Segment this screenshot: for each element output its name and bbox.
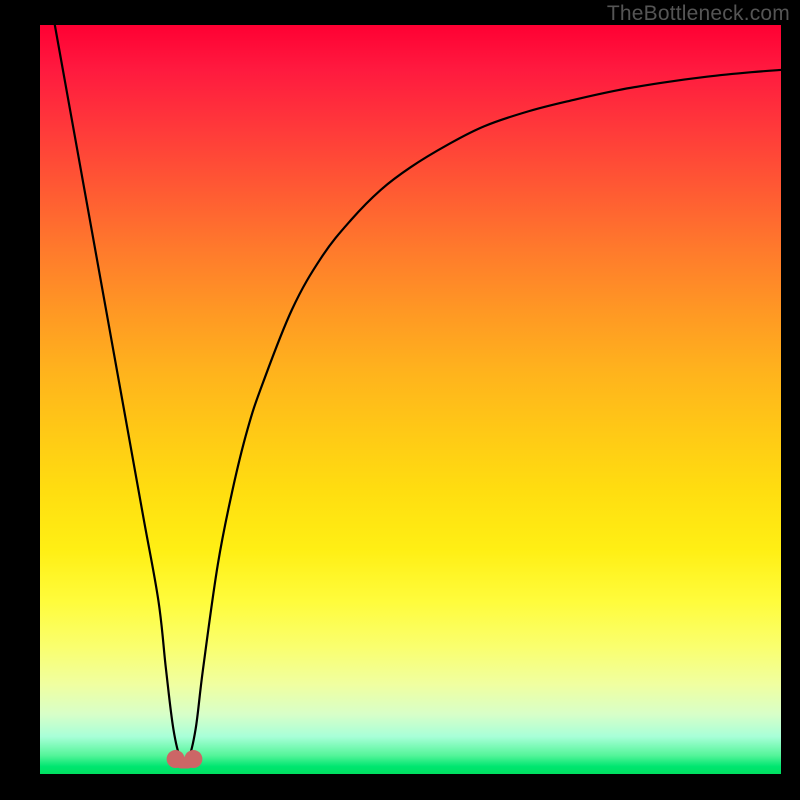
curve-marker (184, 750, 202, 768)
bottleneck-curve (55, 25, 781, 763)
marker-group (167, 750, 203, 768)
curve-layer (40, 25, 781, 774)
curve-marker (167, 750, 185, 768)
chart-frame: TheBottleneck.com (0, 0, 800, 800)
plot-area (40, 25, 781, 774)
watermark-text: TheBottleneck.com (607, 2, 790, 26)
